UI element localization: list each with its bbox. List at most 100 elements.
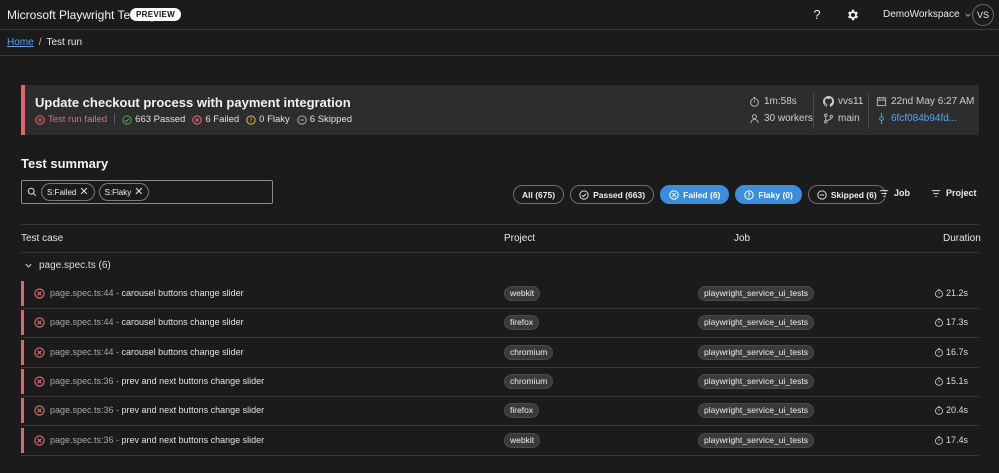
flaky-circle-icon: ? [744,189,755,200]
calendar-icon [876,96,887,107]
test-file-location: page.spec.ts:44 [50,346,114,357]
group-by-project-button[interactable]: Project [931,188,977,198]
failed-circle-icon [34,317,45,328]
skipped-circle-icon [297,114,307,125]
check-circle-icon [579,189,589,200]
preview-badge: PREVIEW [130,8,181,21]
test-case-name[interactable]: page.spec.ts:44 - carousel buttons chang… [50,317,244,327]
test-duration: 17.4s [934,435,968,445]
close-icon[interactable]: ✕ [134,187,143,198]
job-tag: playwright_service_ui_tests [698,315,814,331]
test-duration: 21.2s [934,288,968,298]
test-case-name[interactable]: page.spec.ts:36 - prev and next buttons … [50,435,264,445]
commit-icon [876,113,887,124]
filter-all-button[interactable]: All (675) [513,185,565,204]
github-icon [823,96,834,107]
breadcrumb: Home / Test run [7,37,82,48]
test-name-separator: - [113,434,122,445]
filter-failed-button[interactable]: Failed (6) [660,185,730,204]
test-title: carousel buttons change slider [121,288,244,298]
filter-skipped-button[interactable]: Skipped (6) [807,185,886,204]
avatar[interactable]: VS [972,4,994,26]
column-header-duration[interactable]: Duration [943,233,981,244]
stopwatch-icon [934,376,944,386]
failed-status-bar [21,281,24,306]
project-tag: firefox [504,403,540,419]
table-row[interactable]: page.spec.ts:36 - prev and next buttons … [21,397,979,427]
column-header-job[interactable]: Job [734,233,750,244]
test-case-name[interactable]: page.spec.ts:44 - carousel buttons chang… [50,288,244,298]
failed-circle-icon [669,189,679,200]
breadcrumb-home-link[interactable]: Home [7,37,34,48]
table-row[interactable]: page.spec.ts:44 - carousel buttons chang… [21,339,979,368]
failed-circle-icon [34,288,45,299]
commit-link[interactable]: 6fcf084b94fd... [891,113,957,124]
run-title: Update checkout process with payment int… [35,95,351,110]
job-tag: playwright_service_ui_tests [698,432,814,448]
test-case-name[interactable]: page.spec.ts:36 - prev and next buttons … [50,405,264,415]
filter-passed-button[interactable]: Passed (663) [570,185,655,204]
filter-chip-failed: S:Failed ✕ [41,183,95,201]
column-header-project[interactable]: Project [504,233,535,244]
test-summary-title: Test summary [21,156,109,171]
test-file-group[interactable]: page.spec.ts (6) [24,260,111,271]
table-row[interactable]: page.spec.ts:44 - carousel buttons chang… [21,309,979,339]
failed-circle-icon [34,405,45,416]
project-tag: firefox [504,315,540,331]
svg-text:?: ? [748,193,751,199]
job-tag: playwright_service_ui_tests [698,373,814,389]
test-title: prev and next buttons change slider [121,405,265,416]
status-filter-pills: All (675) Passed (663) Failed (6) ? Flak… [513,185,886,204]
failed-circle-icon [34,376,45,387]
failed-status-bar [21,398,24,424]
group-label: page.spec.ts (6) [39,260,111,271]
failed-circle-icon [192,114,203,125]
project-tag: webkit [504,286,541,301]
test-file-location: page.spec.ts:44 [50,317,114,328]
job-tag: playwright_service_ui_tests [698,344,814,360]
table-row[interactable]: page.spec.ts:44 - carousel buttons chang… [21,280,979,309]
chevron-down-icon [964,11,972,19]
test-name-separator: - [113,346,122,357]
flaky-circle-icon: ? [246,114,256,125]
close-icon[interactable]: ✕ [79,187,88,198]
table-row[interactable]: page.spec.ts:36 - prev and next buttons … [21,427,979,456]
test-duration: 16.7s [934,347,968,357]
test-duration: 17.3s [934,317,968,327]
svg-text:?: ? [250,118,253,124]
failed-circle-icon [35,114,45,125]
passed-count: 663 Passed [122,114,185,125]
gear-icon[interactable] [846,7,860,23]
flaky-count: ? 0 Flaky [246,114,290,125]
filter-lines-icon [931,189,941,198]
test-name-separator: - [113,288,122,298]
group-by-job-button[interactable]: Job [879,188,910,198]
stopwatch-icon [934,405,944,415]
run-status: Test run failed [35,114,107,125]
search-icon [27,187,37,197]
meta-divider [813,93,814,129]
stopwatch-icon [934,435,944,445]
column-header-test-case[interactable]: Test case [21,233,63,244]
test-name-separator: - [113,375,122,386]
table-row[interactable]: page.spec.ts:36 - prev and next buttons … [21,368,979,397]
test-case-name[interactable]: page.spec.ts:44 - carousel buttons chang… [50,347,244,357]
test-title: carousel buttons change slider [121,346,244,357]
chevron-down-icon [24,261,33,270]
project-tag: chromium [504,373,554,389]
test-title: prev and next buttons change slider [121,375,265,386]
filter-flaky-button[interactable]: ? Flaky (0) [735,185,802,204]
help-icon[interactable]: ? [810,7,824,23]
filter-search-input[interactable]: S:Failed ✕ S:Flaky ✕ [21,180,273,204]
workspace-selector[interactable]: DemoWorkspace [883,9,972,20]
test-case-name[interactable]: page.spec.ts:36 - prev and next buttons … [50,376,264,386]
run-user: vvs11 [823,94,863,109]
project-tag: webkit [504,432,541,448]
run-workers: 30 workers [749,111,813,126]
failed-status-bar [21,310,24,336]
breadcrumb-separator: / [38,37,42,48]
skipped-count: 6 Skipped [297,114,352,125]
check-circle-icon [122,114,132,125]
stopwatch-icon [749,96,760,107]
test-name-separator: - [113,405,122,416]
